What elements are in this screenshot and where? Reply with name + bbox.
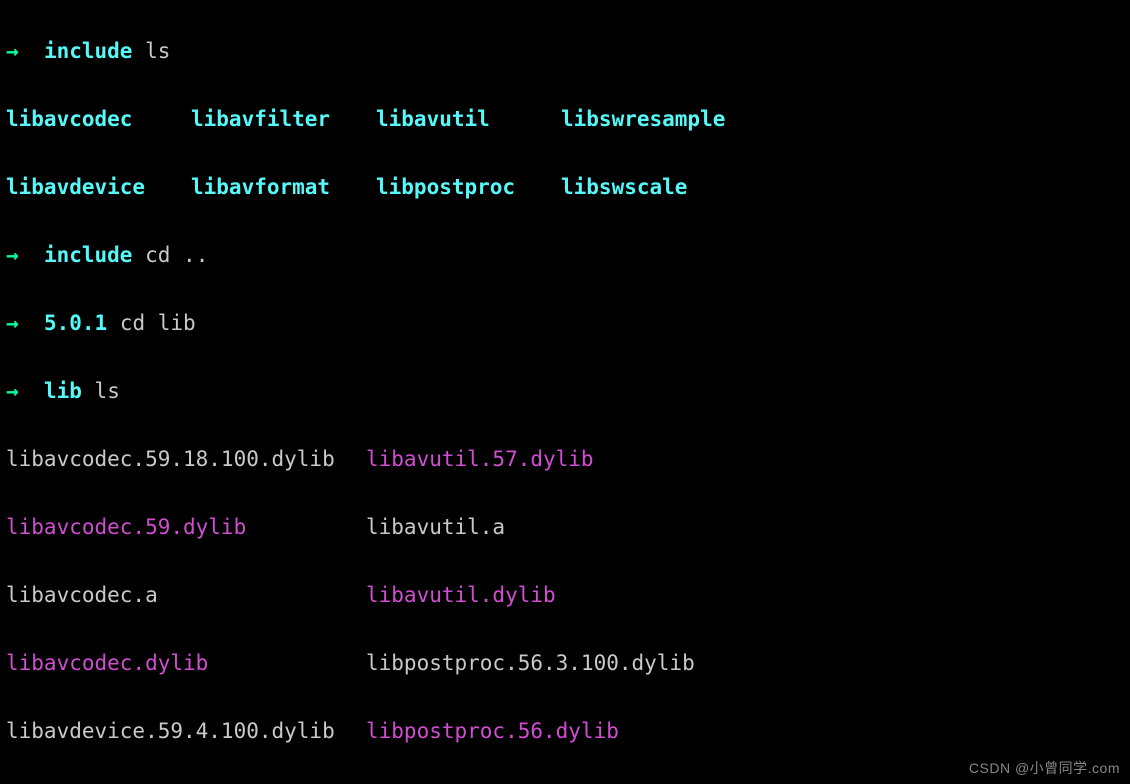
ls-output-row: libavcodec.alibavutil.dylib — [6, 578, 1124, 612]
file-entry: libavcodec.a — [6, 578, 366, 612]
symlink-entry: libavcodec.59.dylib — [6, 510, 366, 544]
prompt-line: → 5.0.1 cd lib — [6, 306, 1124, 340]
directory-entry: libavcodec — [6, 102, 191, 136]
file-entry: libavdevice.59.4.100.dylib — [6, 714, 366, 748]
directory-entry: libpostproc — [376, 170, 561, 204]
file-entry: libavutil.a — [366, 515, 505, 539]
prompt-line: → include ls — [6, 34, 1124, 68]
prompt-cwd: lib — [44, 379, 82, 403]
prompt-command: cd lib — [120, 311, 196, 335]
symlink-entry: libavcodec.dylib — [6, 646, 366, 680]
ls-output-row: libavdevicelibavformatlibpostproclibswsc… — [6, 170, 1124, 204]
prompt-command: cd .. — [145, 243, 208, 267]
prompt-cwd: include — [44, 243, 133, 267]
terminal-output[interactable]: → include ls libavcodeclibavfilterlibavu… — [0, 0, 1130, 784]
ls-output-row: libavcodec.59.18.100.dyliblibavutil.57.d… — [6, 442, 1124, 476]
symlink-entry: libpostproc.56.dylib — [366, 719, 619, 743]
prompt-cwd: include — [44, 39, 133, 63]
prompt-arrow-icon: → — [6, 311, 19, 335]
prompt-line: → include cd .. — [6, 238, 1124, 272]
directory-entry: libavutil — [376, 102, 561, 136]
file-entry: libavcodec.59.18.100.dylib — [6, 442, 366, 476]
prompt-command: ls — [145, 39, 170, 63]
symlink-entry: libavutil.57.dylib — [366, 447, 594, 471]
symlink-entry: libavutil.dylib — [366, 583, 556, 607]
directory-entry: libavformat — [191, 170, 376, 204]
prompt-command: ls — [95, 379, 120, 403]
prompt-arrow-icon: → — [6, 379, 19, 403]
prompt-arrow-icon: → — [6, 243, 19, 267]
file-entry: libpostproc.56.3.100.dylib — [366, 651, 695, 675]
prompt-cwd: 5.0.1 — [44, 311, 107, 335]
directory-entry: libavfilter — [191, 102, 376, 136]
directory-entry: libswscale — [561, 170, 746, 204]
ls-output-row: libavcodeclibavfilterlibavutillibswresam… — [6, 102, 1124, 136]
ls-output-row: libavcodec.59.dyliblibavutil.a — [6, 510, 1124, 544]
directory-entry: libavdevice — [6, 170, 191, 204]
prompt-line: → lib ls — [6, 374, 1124, 408]
ls-output-row: libavdevice.59.4.100.dyliblibpostproc.56… — [6, 714, 1124, 748]
directory-entry: libswresample — [561, 102, 746, 136]
prompt-arrow-icon: → — [6, 39, 19, 63]
watermark-text: CSDN @小曾同学.com — [969, 758, 1120, 778]
ls-output-row: libavcodec.dyliblibpostproc.56.3.100.dyl… — [6, 646, 1124, 680]
